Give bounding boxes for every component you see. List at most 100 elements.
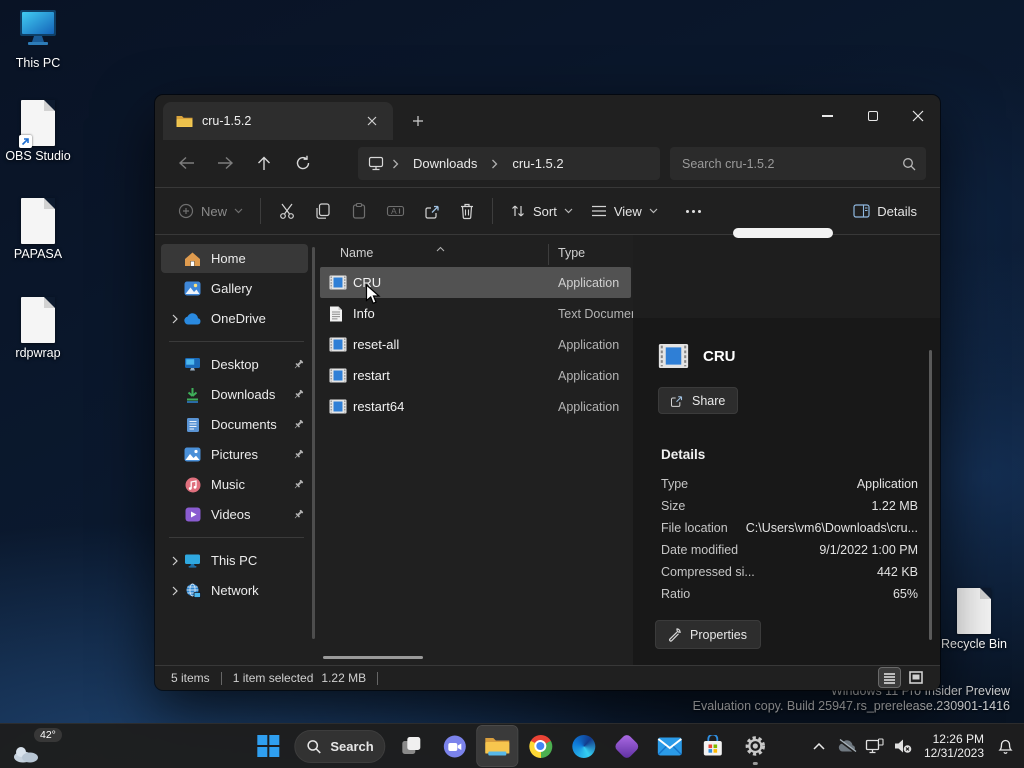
file-list: Name Type CRU Application Info Text Docu… <box>318 235 634 665</box>
copy-icon <box>316 203 330 219</box>
search-input[interactable] <box>682 156 902 171</box>
maximize-button[interactable] <box>850 95 895 137</box>
share-button-toolbar[interactable] <box>414 196 450 226</box>
minimize-icon <box>822 115 833 117</box>
chat-button[interactable] <box>435 726 475 766</box>
expand-chevron-icon[interactable] <box>166 314 183 324</box>
details-row-compressed-size: Compressed si... 442 KB <box>661 561 918 583</box>
thumbnail-view-toggle[interactable] <box>905 668 926 687</box>
network-tray-icon[interactable] <box>862 726 888 766</box>
task-view-button[interactable] <box>392 726 432 766</box>
details-scrollbar[interactable] <box>929 350 932 640</box>
search-icon[interactable] <box>902 157 916 171</box>
widgets-button[interactable]: 42° <box>8 728 62 765</box>
notifications-button[interactable] <box>992 726 1018 766</box>
sidebar-item-label: Music <box>211 477 245 492</box>
mail-button[interactable] <box>650 726 690 766</box>
office-button[interactable] <box>607 726 647 766</box>
pin-icon <box>288 478 308 491</box>
taskbar-search[interactable]: Search <box>294 729 386 763</box>
forward-button[interactable] <box>210 148 240 178</box>
column-divider[interactable] <box>548 244 549 265</box>
cut-button[interactable] <box>269 196 305 226</box>
up-button[interactable] <box>249 148 279 178</box>
taskbar-clock[interactable]: 12:26 PM 12/31/2023 <box>918 732 990 761</box>
expand-chevron-icon[interactable] <box>166 586 183 596</box>
search-box[interactable] <box>670 147 926 180</box>
column-header-type[interactable]: Type <box>558 246 585 260</box>
this-pc-crumb-icon[interactable] <box>368 156 384 171</box>
breadcrumb-item-current[interactable]: cru-1.5.2 <box>506 154 569 173</box>
sidebar-item-documents[interactable]: Documents <box>161 410 308 439</box>
file-row-cru[interactable]: CRU Application <box>320 267 631 298</box>
file-row-reset-all[interactable]: reset-all Application <box>320 329 631 360</box>
volume-tray-icon[interactable] <box>890 726 916 766</box>
desktop-icon-obs-studio[interactable]: OBS Studio <box>0 100 76 163</box>
sidebar-item-gallery[interactable]: Gallery <box>161 274 308 303</box>
sort-button[interactable]: Sort <box>501 197 582 225</box>
back-button[interactable] <box>171 148 201 178</box>
sidebar-item-this-pc[interactable]: This PC <box>161 546 308 575</box>
titlebar[interactable]: cru-1.5.2 <box>155 95 940 140</box>
copy-button[interactable] <box>305 196 341 226</box>
see-more-button[interactable] <box>667 204 720 219</box>
file-row-restart64[interactable]: restart64 Application <box>320 391 631 422</box>
delete-button[interactable] <box>450 196 484 226</box>
sidebar-item-videos[interactable]: Videos <box>161 500 308 529</box>
settings-button[interactable] <box>736 726 776 766</box>
sidebar-item-network[interactable]: Network <box>161 576 308 605</box>
chevron-down-icon <box>234 208 243 214</box>
edge-button[interactable] <box>564 726 604 766</box>
tab-close-icon[interactable] <box>361 110 383 132</box>
desktop-icon-recycle-bin[interactable]: Recycle Bin <box>936 588 1012 651</box>
sidebar-item-pictures[interactable]: Pictures <box>161 440 308 469</box>
desktop-icon-rdpwrap[interactable]: rdpwrap <box>0 297 76 360</box>
start-button[interactable] <box>248 726 288 766</box>
details-value: C:\Users\vm6\Downloads\cru... <box>745 521 918 535</box>
file-explorer-icon <box>485 738 510 756</box>
application-icon <box>329 275 353 290</box>
view-button[interactable]: View <box>582 198 667 225</box>
store-button[interactable] <box>693 726 733 766</box>
minimize-button[interactable] <box>805 95 850 137</box>
sidebar-item-label: Network <box>211 583 259 598</box>
new-button[interactable]: New <box>169 197 252 225</box>
desktop-icon-papasa[interactable]: PAPASA <box>0 198 76 261</box>
rename-button[interactable]: A <box>377 196 414 226</box>
chrome-button[interactable] <box>521 726 561 766</box>
breadcrumb-chevron-icon <box>492 159 498 168</box>
properties-button[interactable]: Properties <box>655 620 761 649</box>
column-header-name[interactable]: Name <box>340 246 373 260</box>
details-value: 1.22 MB <box>871 499 918 513</box>
sidebar-item-desktop[interactable]: Desktop <box>161 350 308 379</box>
sidebar-scrollbar[interactable] <box>312 247 315 639</box>
file-row-info[interactable]: Info Text Document <box>320 298 634 329</box>
details-row-ratio: Ratio 65% <box>661 583 918 605</box>
breadcrumb-item-downloads[interactable]: Downloads <box>407 154 483 173</box>
details-pane-toggle[interactable]: Details <box>844 198 926 225</box>
paste-button[interactable] <box>341 196 377 226</box>
hidden-icons-chevron[interactable] <box>806 726 832 766</box>
sidebar-separator <box>169 341 304 342</box>
details-view-toggle[interactable] <box>878 667 901 688</box>
clock-time: 12:26 PM <box>932 731 984 746</box>
close-button[interactable] <box>895 95 940 137</box>
new-tab-button[interactable] <box>407 110 429 132</box>
refresh-button[interactable] <box>288 148 318 178</box>
sidebar-item-onedrive[interactable]: OneDrive <box>161 304 308 333</box>
expand-chevron-icon[interactable] <box>166 556 183 566</box>
sidebar-item-downloads[interactable]: Downloads <box>161 380 308 409</box>
horizontal-scrollbar[interactable] <box>323 656 423 659</box>
explorer-tab[interactable]: cru-1.5.2 <box>163 102 393 140</box>
sidebar-item-home[interactable]: Home <box>161 244 308 273</box>
file-row-restart[interactable]: restart Application <box>320 360 631 391</box>
sidebar-item-music[interactable]: Music <box>161 470 308 499</box>
share-button[interactable]: Share <box>658 387 739 414</box>
onedrive-tray-icon[interactable] <box>834 726 860 766</box>
file-name: restart <box>353 368 390 383</box>
details-label: Compressed si... <box>661 565 755 579</box>
edge-icon <box>572 734 596 758</box>
file-explorer-button[interactable] <box>476 725 519 767</box>
share-icon <box>671 396 683 407</box>
desktop-icon-this-pc[interactable]: This PC <box>0 8 76 70</box>
